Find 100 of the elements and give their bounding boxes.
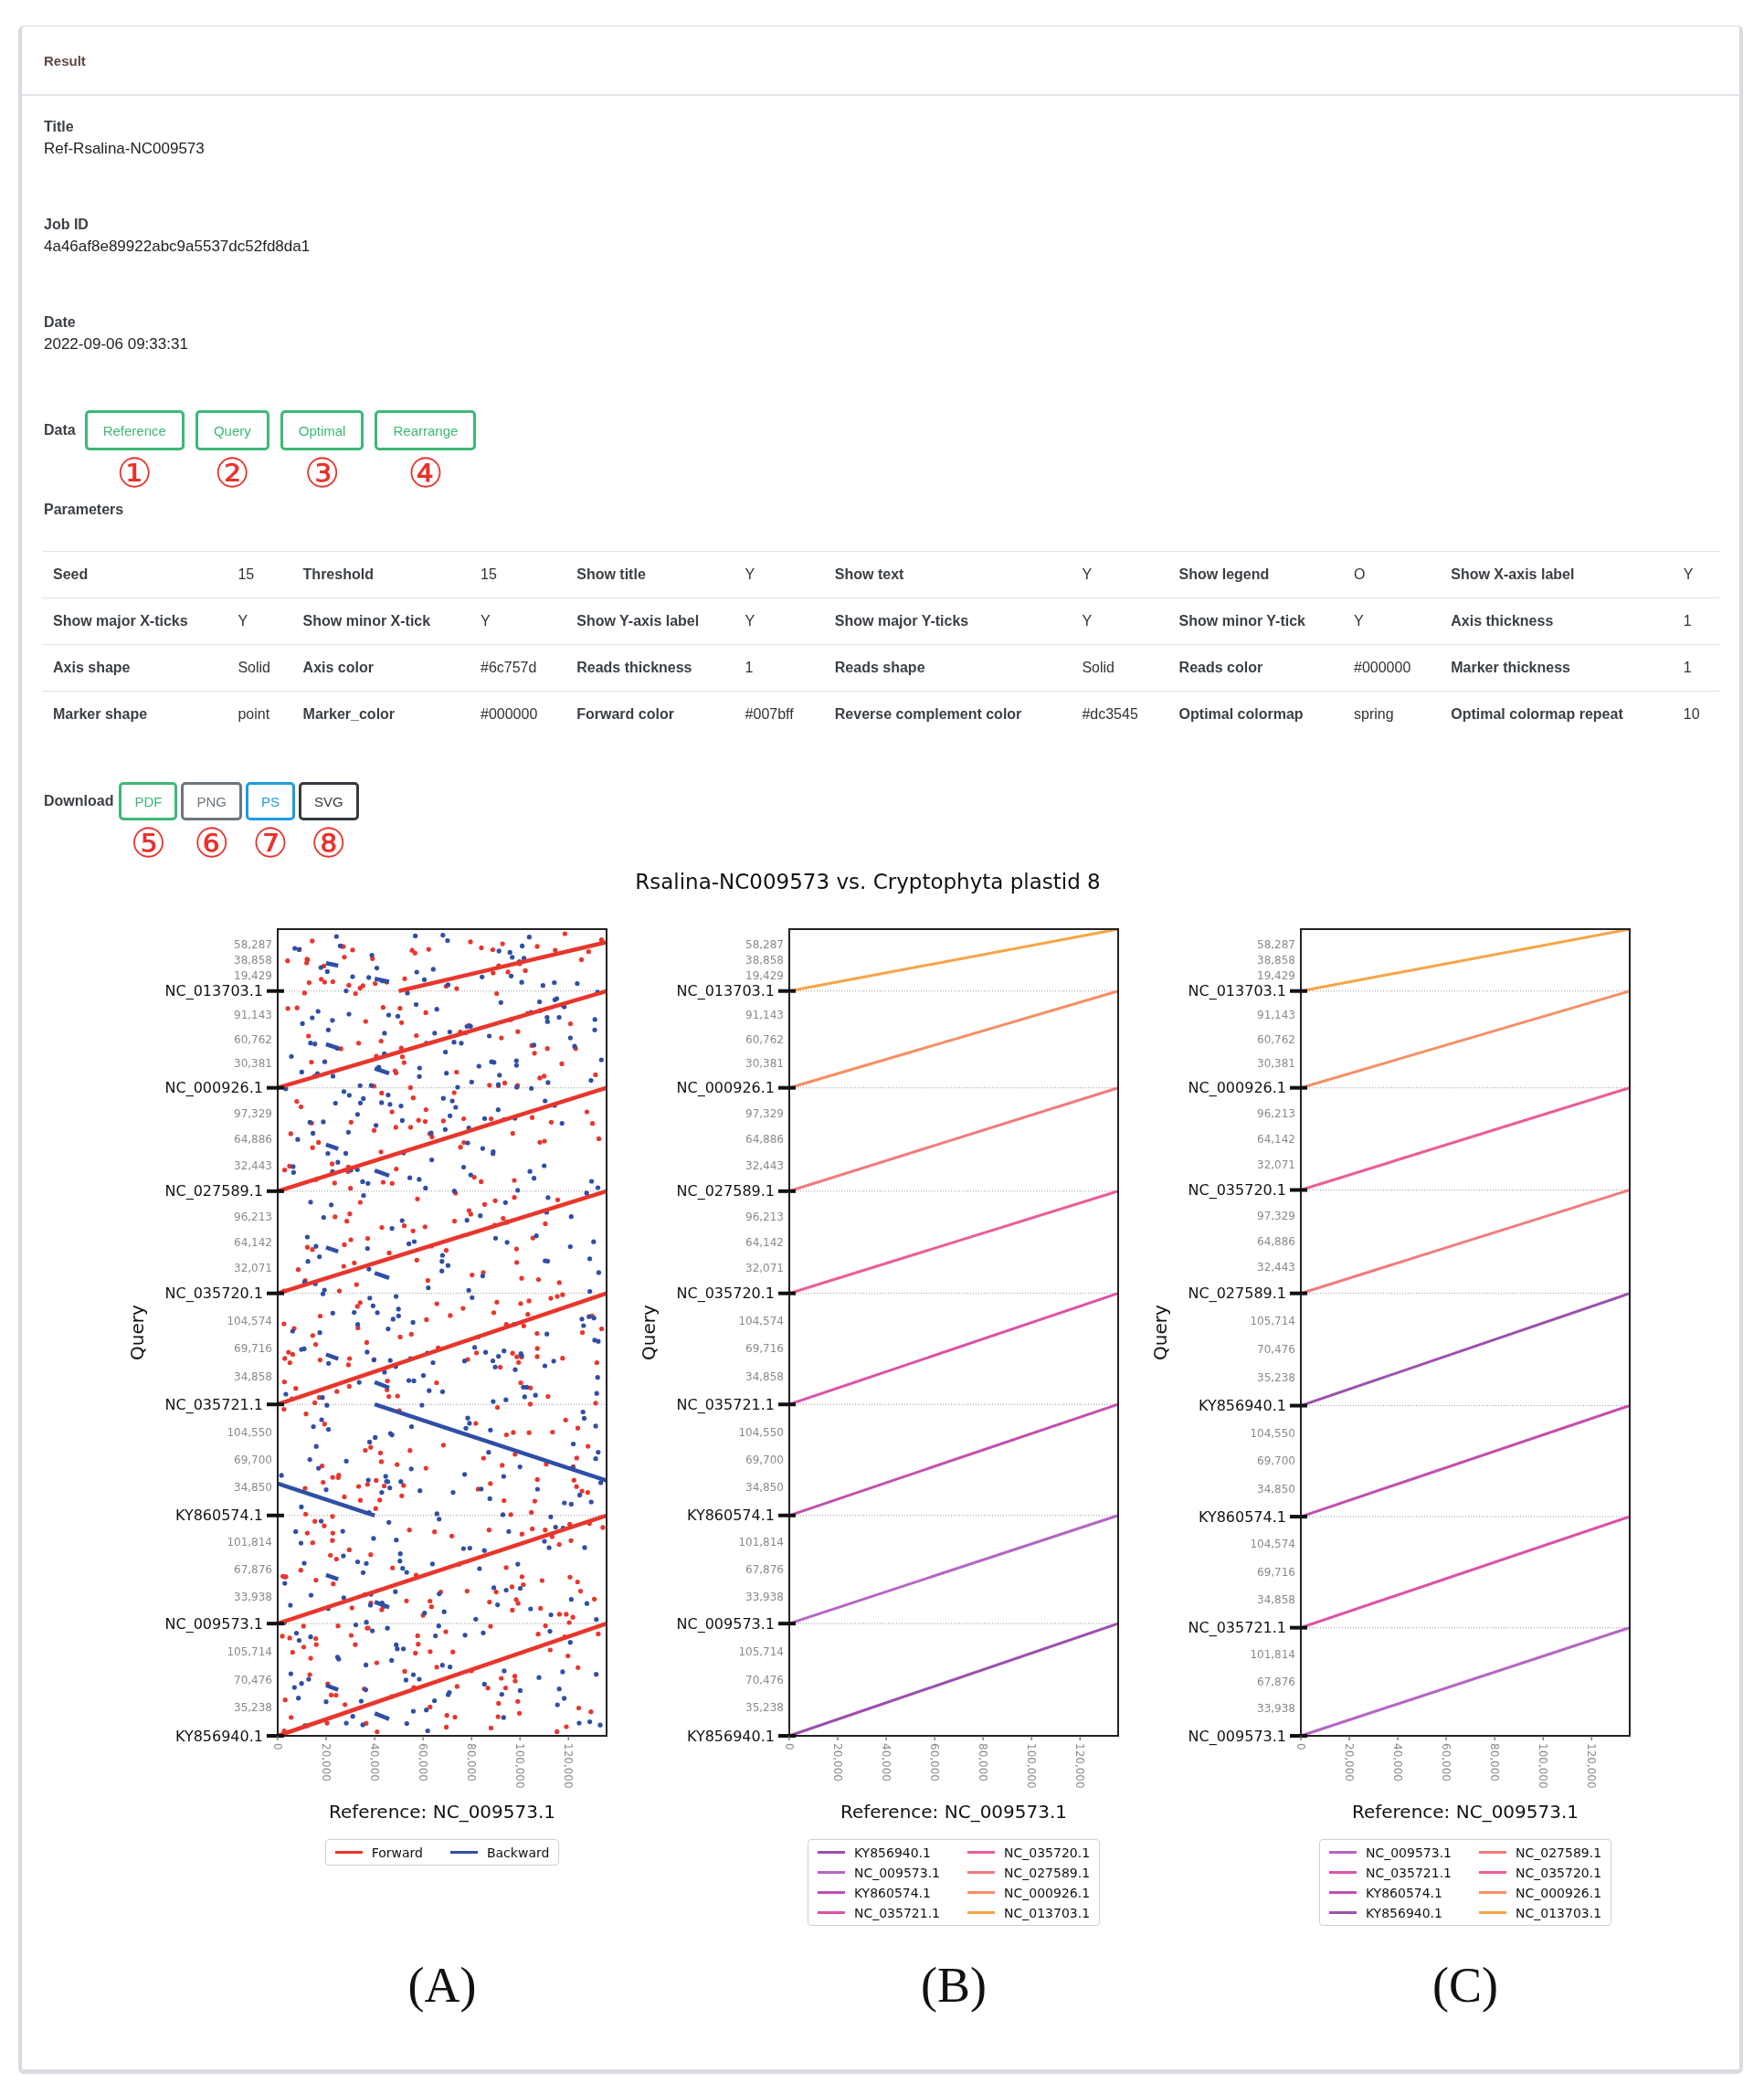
tick-mark — [1290, 1085, 1307, 1090]
annotation-number: ④ — [407, 450, 444, 496]
y-tick-label: NC_000926.1 — [676, 1079, 775, 1097]
parameter-name: Optimal colormap repeat — [1451, 706, 1623, 722]
y-tick-label: NC_013703.1 — [164, 982, 263, 1000]
y-tick-label: 96,213 — [745, 1210, 784, 1223]
parameter-name: Marker thickness — [1451, 660, 1570, 675]
data-button[interactable]: Query — [195, 410, 269, 450]
y-tick-label: NC_035721.1 — [164, 1395, 263, 1413]
parameter-value: Y — [1683, 566, 1694, 582]
alignment-segment — [325, 1042, 339, 1051]
panel-caption: (C) — [1432, 1958, 1498, 2013]
y-tick-label: 70,476 — [745, 1673, 784, 1686]
y-tick-label: 34,858 — [1257, 1593, 1295, 1607]
data-button[interactable]: Reference — [84, 410, 185, 450]
data-button[interactable]: Rearrange — [375, 410, 477, 450]
tick-mark — [1290, 989, 1307, 993]
y-tick-label: 69,700 — [745, 1454, 784, 1466]
legend-label: NC_027589.1 — [1516, 1845, 1602, 1860]
y-tick-label: 97,329 — [1257, 1209, 1295, 1222]
section-label: Data — [44, 421, 76, 439]
parameter-name: Show X-axis label — [1451, 566, 1575, 582]
download-button[interactable]: PDF — [119, 782, 178, 820]
alignment-segment — [374, 1168, 390, 1178]
annotation-number: ② — [214, 450, 251, 496]
parameter-name: Axis shape — [53, 660, 131, 675]
alignment-segment — [374, 1600, 390, 1610]
legend-label: NC_000926.1 — [1516, 1885, 1602, 1900]
tick-mark — [1290, 1625, 1307, 1630]
y-tick-label: 101,814 — [227, 1536, 272, 1549]
alignment-segment — [374, 1066, 390, 1075]
x-tick-label: 40,000 — [1391, 1743, 1405, 1782]
parameter-value: 10 — [1683, 706, 1700, 722]
parameter-value: 15 — [238, 566, 255, 582]
data-button[interactable]: Optimal — [280, 410, 364, 450]
annotation-number: ⑥ — [193, 820, 230, 866]
tick-mark — [374, 1735, 375, 1741]
y-tick-label: 97,329 — [234, 1107, 272, 1120]
legend-label: NC_013703.1 — [1516, 1905, 1602, 1920]
x-axis-label: Reference: NC_009573.1 — [840, 1801, 1068, 1823]
y-tick-label: 34,858 — [234, 1369, 272, 1383]
y-tick-label: KY860574.1 — [686, 1507, 775, 1525]
y-tick-label: 33,938 — [234, 1590, 272, 1603]
y-tick-label: 38,858 — [234, 953, 272, 967]
y-tick-label: 58,287 — [745, 937, 784, 951]
legend-label: NC_035720.1 — [1516, 1865, 1602, 1880]
y-tick-label: 105,714 — [1250, 1315, 1295, 1328]
parameter-value: #000000 — [1354, 660, 1411, 675]
y-tick-label: NC_000926.1 — [1188, 1079, 1286, 1097]
parameter-value: point — [238, 706, 270, 722]
y-tick-label: 67,876 — [745, 1562, 784, 1576]
y-tick-label: KY856940.1 — [1198, 1397, 1286, 1415]
y-tick-label: NC_035721.1 — [676, 1395, 775, 1413]
download-button[interactable]: PS — [245, 782, 295, 820]
tick-mark — [778, 989, 796, 993]
alignment-segment — [325, 1245, 339, 1253]
y-tick-label: 64,886 — [1257, 1235, 1295, 1249]
field-value: Ref-Rsalina-NC009573 — [44, 139, 205, 159]
y-tick-label: 30,381 — [745, 1057, 784, 1071]
parameter-name: Marker shape — [53, 706, 148, 722]
parameter-value: 1 — [1683, 660, 1692, 675]
parameter-name: Seed — [53, 566, 89, 582]
alignment-segment — [325, 1572, 339, 1581]
y-tick-label: 64,142 — [1257, 1132, 1295, 1146]
parameter-value: #000000 — [481, 706, 538, 722]
parameter-value: spring — [1354, 706, 1394, 722]
parameter-value: #007bff — [745, 706, 794, 722]
download-button[interactable]: PNG — [181, 782, 242, 820]
legend-label: KY860574.1 — [1365, 1885, 1442, 1900]
alignment-segment — [374, 1711, 390, 1721]
parameter-value: Y — [1082, 566, 1093, 582]
y-tick-label: NC_027589.1 — [1188, 1285, 1286, 1303]
y-tick-label: 101,814 — [1250, 1648, 1295, 1662]
y-tick-label: 35,238 — [234, 1701, 272, 1715]
download-button[interactable]: SVG — [298, 782, 359, 820]
tick-mark — [267, 989, 284, 993]
parameter-value: 1 — [745, 660, 754, 675]
y-tick-label: NC_000926.1 — [164, 1079, 263, 1097]
parameter-name: Forward color — [576, 706, 674, 722]
y-tick-label: NC_035720.1 — [164, 1285, 263, 1303]
y-tick-label: 96,213 — [1257, 1106, 1295, 1120]
y-tick-label: 35,238 — [1257, 1370, 1295, 1384]
legend-label: NC_009573.1 — [853, 1865, 940, 1880]
y-tick-label: 34,858 — [745, 1369, 784, 1383]
y-tick-label: 19,429 — [745, 968, 784, 982]
y-tick-label: 104,574 — [738, 1315, 784, 1328]
parameter-name: Show major Y-ticks — [834, 613, 969, 629]
field-label: Title — [44, 118, 74, 136]
parameter-name: Show text — [834, 566, 904, 582]
tick-mark — [1348, 1735, 1350, 1741]
tick-mark — [567, 1735, 569, 1741]
y-tick-label: 34,850 — [1257, 1482, 1295, 1496]
legend-label: NC_035720.1 — [1004, 1845, 1091, 1860]
parameter-name: Reads color — [1178, 660, 1263, 675]
tick-mark — [837, 1735, 839, 1741]
y-tick-label: 32,071 — [234, 1261, 272, 1274]
tick-mark — [1590, 1735, 1592, 1741]
x-tick-label: 60,000 — [1440, 1743, 1453, 1782]
y-tick-label: 96,213 — [234, 1210, 272, 1223]
y-tick-label: 104,574 — [227, 1315, 272, 1328]
